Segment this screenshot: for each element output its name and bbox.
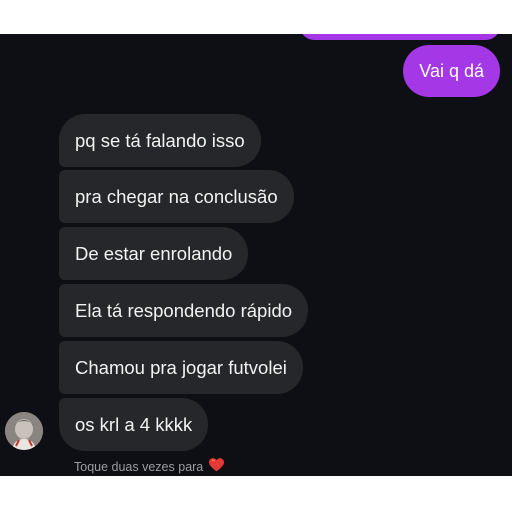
chat-thread[interactable]: Vai q dá pq se tá falando isso pra chega… <box>0 34 512 476</box>
heart-icon <box>209 458 225 475</box>
reaction-hint-text: Toque duas vezes para <box>74 459 204 474</box>
sent-message-bubble[interactable]: Vai q dá <box>403 45 500 97</box>
received-message-bubble[interactable]: os krl a 4 kkkk <box>59 398 209 451</box>
avatar[interactable] <box>5 412 43 450</box>
received-message-bubble[interactable]: pq se tá falando isso <box>59 114 261 167</box>
received-message-bubble[interactable]: pra chegar na conclusão <box>59 170 294 223</box>
received-message-bubble[interactable]: Chamou pra jogar futvolei <box>59 341 303 394</box>
received-message-bubble[interactable]: De estar enrolando <box>59 227 249 280</box>
received-message-bubble[interactable]: Ela tá respondendo rápido <box>59 284 309 337</box>
reaction-hint: Toque duas vezes para <box>74 458 225 475</box>
sent-message-bubble-previous[interactable] <box>300 34 500 40</box>
